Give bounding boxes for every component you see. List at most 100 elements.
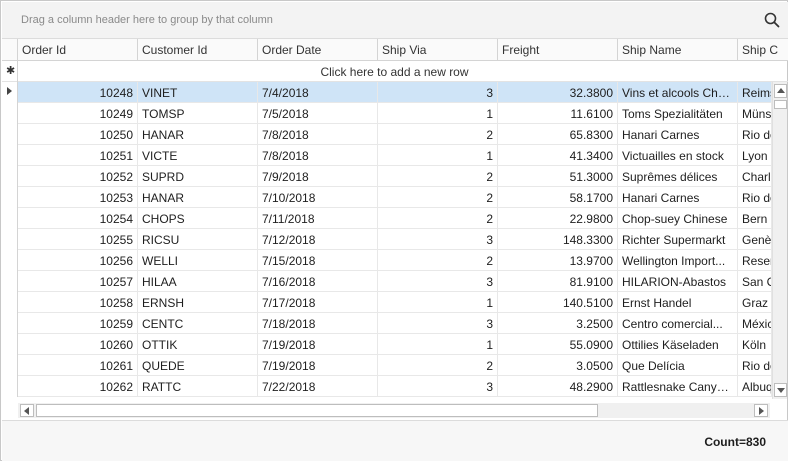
customer-id-cell[interactable]: HANAR xyxy=(138,187,258,208)
freight-cell[interactable]: 3.0500 xyxy=(498,355,618,376)
freight-cell[interactable]: 55.0900 xyxy=(498,334,618,355)
ship-via-cell[interactable]: 2 xyxy=(378,187,498,208)
ship-city-cell[interactable]: Charle xyxy=(738,166,772,187)
table-row[interactable]: 10259 CENTC 7/18/2018 3 3.2500 Centro comerci… xyxy=(2,313,772,334)
order-id-cell[interactable]: 10253 xyxy=(18,187,138,208)
ship-name-cell[interactable]: Centro comercial... xyxy=(618,313,738,334)
ship-city-cell[interactable]: Reims xyxy=(738,82,772,103)
ship-city-cell[interactable]: México xyxy=(738,313,772,334)
ship-via-cell[interactable]: 3 xyxy=(378,82,498,103)
ship-city-cell[interactable]: San C xyxy=(738,271,772,292)
add-new-row[interactable]: ✱ Click here to add a new row xyxy=(2,61,788,82)
row-indicator[interactable] xyxy=(2,229,18,250)
customer-id-cell[interactable]: CHOPS xyxy=(138,208,258,229)
order-date-cell[interactable]: 7/19/2018 xyxy=(258,355,378,376)
freight-cell[interactable]: 48.2900 xyxy=(498,376,618,397)
order-date-cell[interactable]: 7/8/2018 xyxy=(258,145,378,166)
row-indicator[interactable] xyxy=(2,313,18,334)
order-id-cell[interactable]: 10260 xyxy=(18,334,138,355)
order-id-cell[interactable]: 10250 xyxy=(18,124,138,145)
ship-via-cell[interactable]: 3 xyxy=(378,229,498,250)
order-date-cell[interactable]: 7/18/2018 xyxy=(258,313,378,334)
order-id-cell[interactable]: 10254 xyxy=(18,208,138,229)
row-indicator[interactable] xyxy=(2,334,18,355)
row-indicator[interactable] xyxy=(2,145,18,166)
row-indicator[interactable] xyxy=(2,355,18,376)
row-indicator[interactable] xyxy=(2,103,18,124)
order-date-cell[interactable]: 7/12/2018 xyxy=(258,229,378,250)
table-row[interactable]: 10248 VINET 7/4/2018 3 32.3800 Vins et alcool… xyxy=(2,82,772,103)
freight-cell[interactable]: 3.2500 xyxy=(498,313,618,334)
order-date-cell[interactable]: 7/17/2018 xyxy=(258,292,378,313)
ship-name-cell[interactable]: Richter Supermarkt xyxy=(618,229,738,250)
ship-name-cell[interactable]: Toms Spezialitäten xyxy=(618,103,738,124)
ship-via-cell[interactable]: 2 xyxy=(378,166,498,187)
row-indicator[interactable] xyxy=(2,271,18,292)
column-header-order-date[interactable]: Order Date xyxy=(258,39,378,61)
customer-id-cell[interactable]: VINET xyxy=(138,82,258,103)
row-indicator[interactable] xyxy=(2,166,18,187)
ship-via-cell[interactable]: 1 xyxy=(378,292,498,313)
horizontal-scrollbar[interactable] xyxy=(18,403,770,418)
order-date-cell[interactable]: 7/5/2018 xyxy=(258,103,378,124)
ship-name-cell[interactable]: Ernst Handel xyxy=(618,292,738,313)
row-indicator[interactable] xyxy=(2,124,18,145)
column-header-customer-id[interactable]: Customer Id xyxy=(138,39,258,61)
order-date-cell[interactable]: 7/22/2018 xyxy=(258,376,378,397)
customer-id-cell[interactable]: HANAR xyxy=(138,124,258,145)
freight-cell[interactable]: 81.9100 xyxy=(498,271,618,292)
order-date-cell[interactable]: 7/19/2018 xyxy=(258,334,378,355)
table-row[interactable]: 10253 HANAR 7/10/2018 2 58.1700 Hanari Carnes… xyxy=(2,187,772,208)
order-date-cell[interactable]: 7/4/2018 xyxy=(258,82,378,103)
order-id-cell[interactable]: 10249 xyxy=(18,103,138,124)
order-id-cell[interactable]: 10252 xyxy=(18,166,138,187)
table-row[interactable]: 10255 RICSU 7/12/2018 3 148.3300 Richter Supe… xyxy=(2,229,772,250)
ship-name-cell[interactable]: Hanari Carnes xyxy=(618,124,738,145)
ship-via-cell[interactable]: 3 xyxy=(378,376,498,397)
order-date-cell[interactable]: 7/15/2018 xyxy=(258,250,378,271)
vertical-scrollbar[interactable] xyxy=(772,82,787,399)
customer-id-cell[interactable]: CENTC xyxy=(138,313,258,334)
order-date-cell[interactable]: 7/9/2018 xyxy=(258,166,378,187)
column-header-ship-city[interactable]: Ship C xyxy=(738,39,788,61)
order-id-cell[interactable]: 10248 xyxy=(18,82,138,103)
customer-id-cell[interactable]: ERNSH xyxy=(138,292,258,313)
freight-cell[interactable]: 41.3400 xyxy=(498,145,618,166)
table-row[interactable]: 10256 WELLI 7/15/2018 2 13.9700 Wellington Im… xyxy=(2,250,772,271)
ship-via-cell[interactable]: 3 xyxy=(378,271,498,292)
freight-cell[interactable]: 22.9800 xyxy=(498,208,618,229)
customer-id-cell[interactable]: OTTIK xyxy=(138,334,258,355)
table-row[interactable]: 10258 ERNSH 7/17/2018 1 140.5100 Ernst Handel… xyxy=(2,292,772,313)
customer-id-cell[interactable]: RICSU xyxy=(138,229,258,250)
freight-cell[interactable]: 13.9700 xyxy=(498,250,618,271)
ship-city-cell[interactable]: Albuq xyxy=(738,376,772,397)
customer-id-cell[interactable]: TOMSP xyxy=(138,103,258,124)
freight-cell[interactable]: 58.1700 xyxy=(498,187,618,208)
ship-name-cell[interactable]: Rattlesnake Canyo... xyxy=(618,376,738,397)
ship-via-cell[interactable]: 2 xyxy=(378,208,498,229)
order-id-cell[interactable]: 10257 xyxy=(18,271,138,292)
order-id-cell[interactable]: 10258 xyxy=(18,292,138,313)
ship-city-cell[interactable]: Genève xyxy=(738,229,772,250)
ship-city-cell[interactable]: Rio de xyxy=(738,124,772,145)
customer-id-cell[interactable]: WELLI xyxy=(138,250,258,271)
table-row[interactable]: 10249 TOMSP 7/5/2018 1 11.6100 Toms Spezialit… xyxy=(2,103,772,124)
ship-via-cell[interactable]: 3 xyxy=(378,313,498,334)
horizontal-scroll-thumb[interactable] xyxy=(36,404,598,417)
row-indicator[interactable] xyxy=(2,82,18,103)
ship-name-cell[interactable]: Hanari Carnes xyxy=(618,187,738,208)
customer-id-cell[interactable]: SUPRD xyxy=(138,166,258,187)
order-id-cell[interactable]: 10256 xyxy=(18,250,138,271)
ship-via-cell[interactable]: 1 xyxy=(378,103,498,124)
order-id-cell[interactable]: 10262 xyxy=(18,376,138,397)
order-id-cell[interactable]: 10255 xyxy=(18,229,138,250)
ship-name-cell[interactable]: Chop-suey Chinese xyxy=(618,208,738,229)
ship-city-cell[interactable]: Graz xyxy=(738,292,772,313)
customer-id-cell[interactable]: RATTC xyxy=(138,376,258,397)
order-date-cell[interactable]: 7/16/2018 xyxy=(258,271,378,292)
ship-city-cell[interactable]: Rio de xyxy=(738,355,772,376)
ship-name-cell[interactable]: Suprêmes délices xyxy=(618,166,738,187)
ship-city-cell[interactable]: Bern xyxy=(738,208,772,229)
ship-name-cell[interactable]: Victuailles en stock xyxy=(618,145,738,166)
vertical-scroll-thumb[interactable] xyxy=(774,100,787,109)
